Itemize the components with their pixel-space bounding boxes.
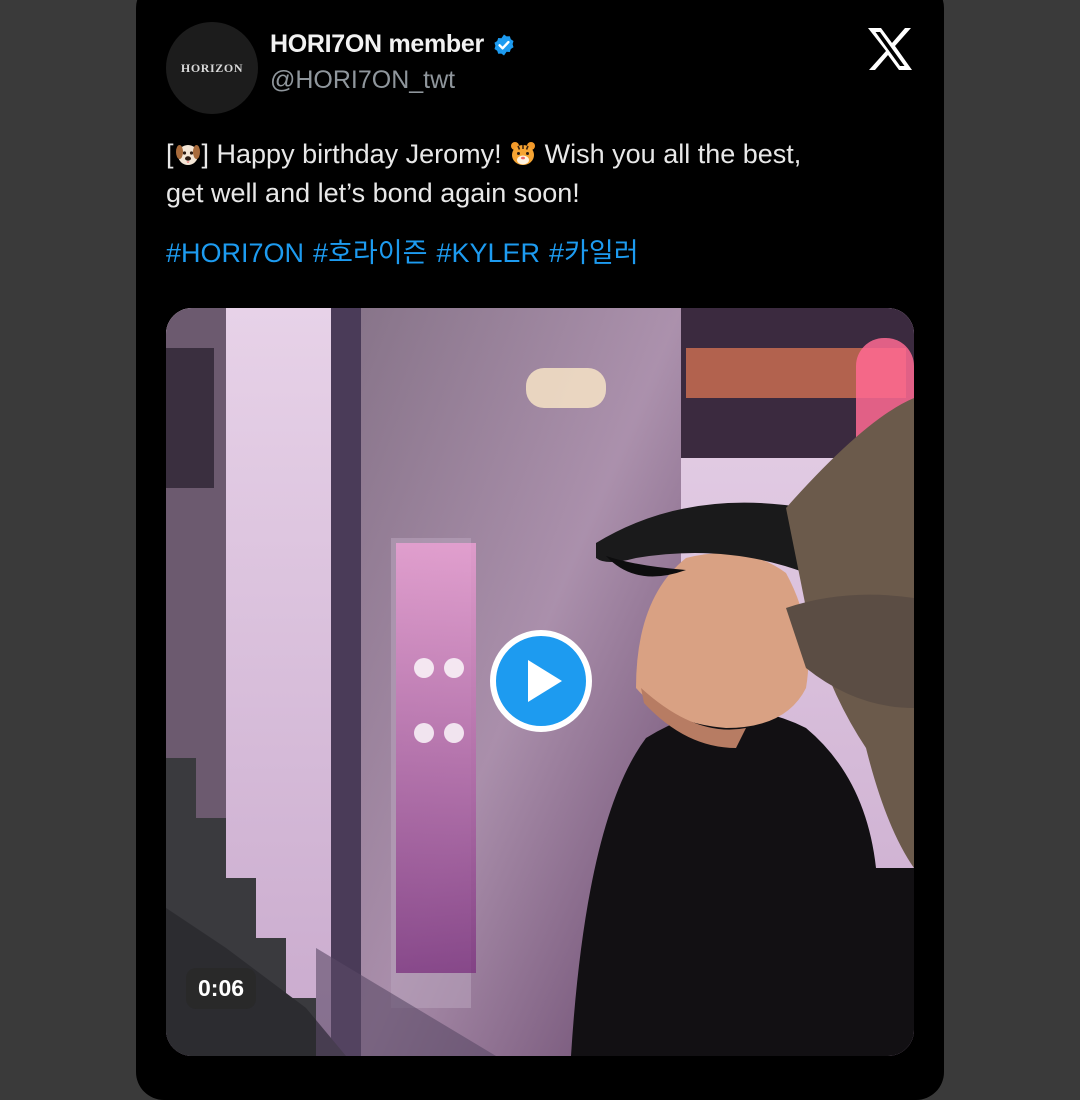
video-duration-badge: 0:06 bbox=[186, 968, 257, 1009]
display-name[interactable]: HORI7ON member bbox=[270, 30, 484, 59]
hashtag-list: #HORI7ON #호라이즌 #KYLER #카일러 bbox=[166, 235, 648, 271]
verified-badge-icon bbox=[494, 34, 514, 55]
tweet-text: [ ] Happy birthday Jeromy! Wish you all … bbox=[166, 135, 926, 213]
avatar[interactable]: HORIZON bbox=[166, 22, 258, 114]
play-icon bbox=[528, 660, 562, 702]
hashtag-link[interactable]: #HORI7ON bbox=[166, 238, 304, 268]
hashtag-link[interactable]: #호라이즌 bbox=[313, 238, 427, 268]
text-line1-suffix: Wish you all the best, bbox=[537, 139, 802, 169]
play-button[interactable] bbox=[490, 630, 592, 732]
dog-face-emoji-icon bbox=[175, 145, 200, 165]
text-line1-mid: ] Happy birthday Jeromy! bbox=[201, 139, 510, 169]
hashtag-link[interactable]: #카일러 bbox=[549, 238, 639, 268]
tiger-face-emoji-icon bbox=[511, 142, 536, 165]
name-row: HORI7ON member bbox=[270, 30, 516, 59]
avatar-logo-text: HORIZON bbox=[180, 60, 244, 75]
handle[interactable]: @HORI7ON_twt bbox=[270, 66, 455, 95]
hashtag-link[interactable]: #KYLER bbox=[436, 238, 540, 268]
text-line2: get well and let’s bond again soon! bbox=[166, 178, 580, 208]
text-open-bracket: [ bbox=[166, 139, 174, 169]
x-logo-icon[interactable] bbox=[866, 26, 914, 72]
video-media[interactable]: 0:06 bbox=[166, 308, 914, 1056]
tweet-card: HORIZON HORI7ON member @HORI7ON_twt [ ] … bbox=[136, 0, 944, 1100]
